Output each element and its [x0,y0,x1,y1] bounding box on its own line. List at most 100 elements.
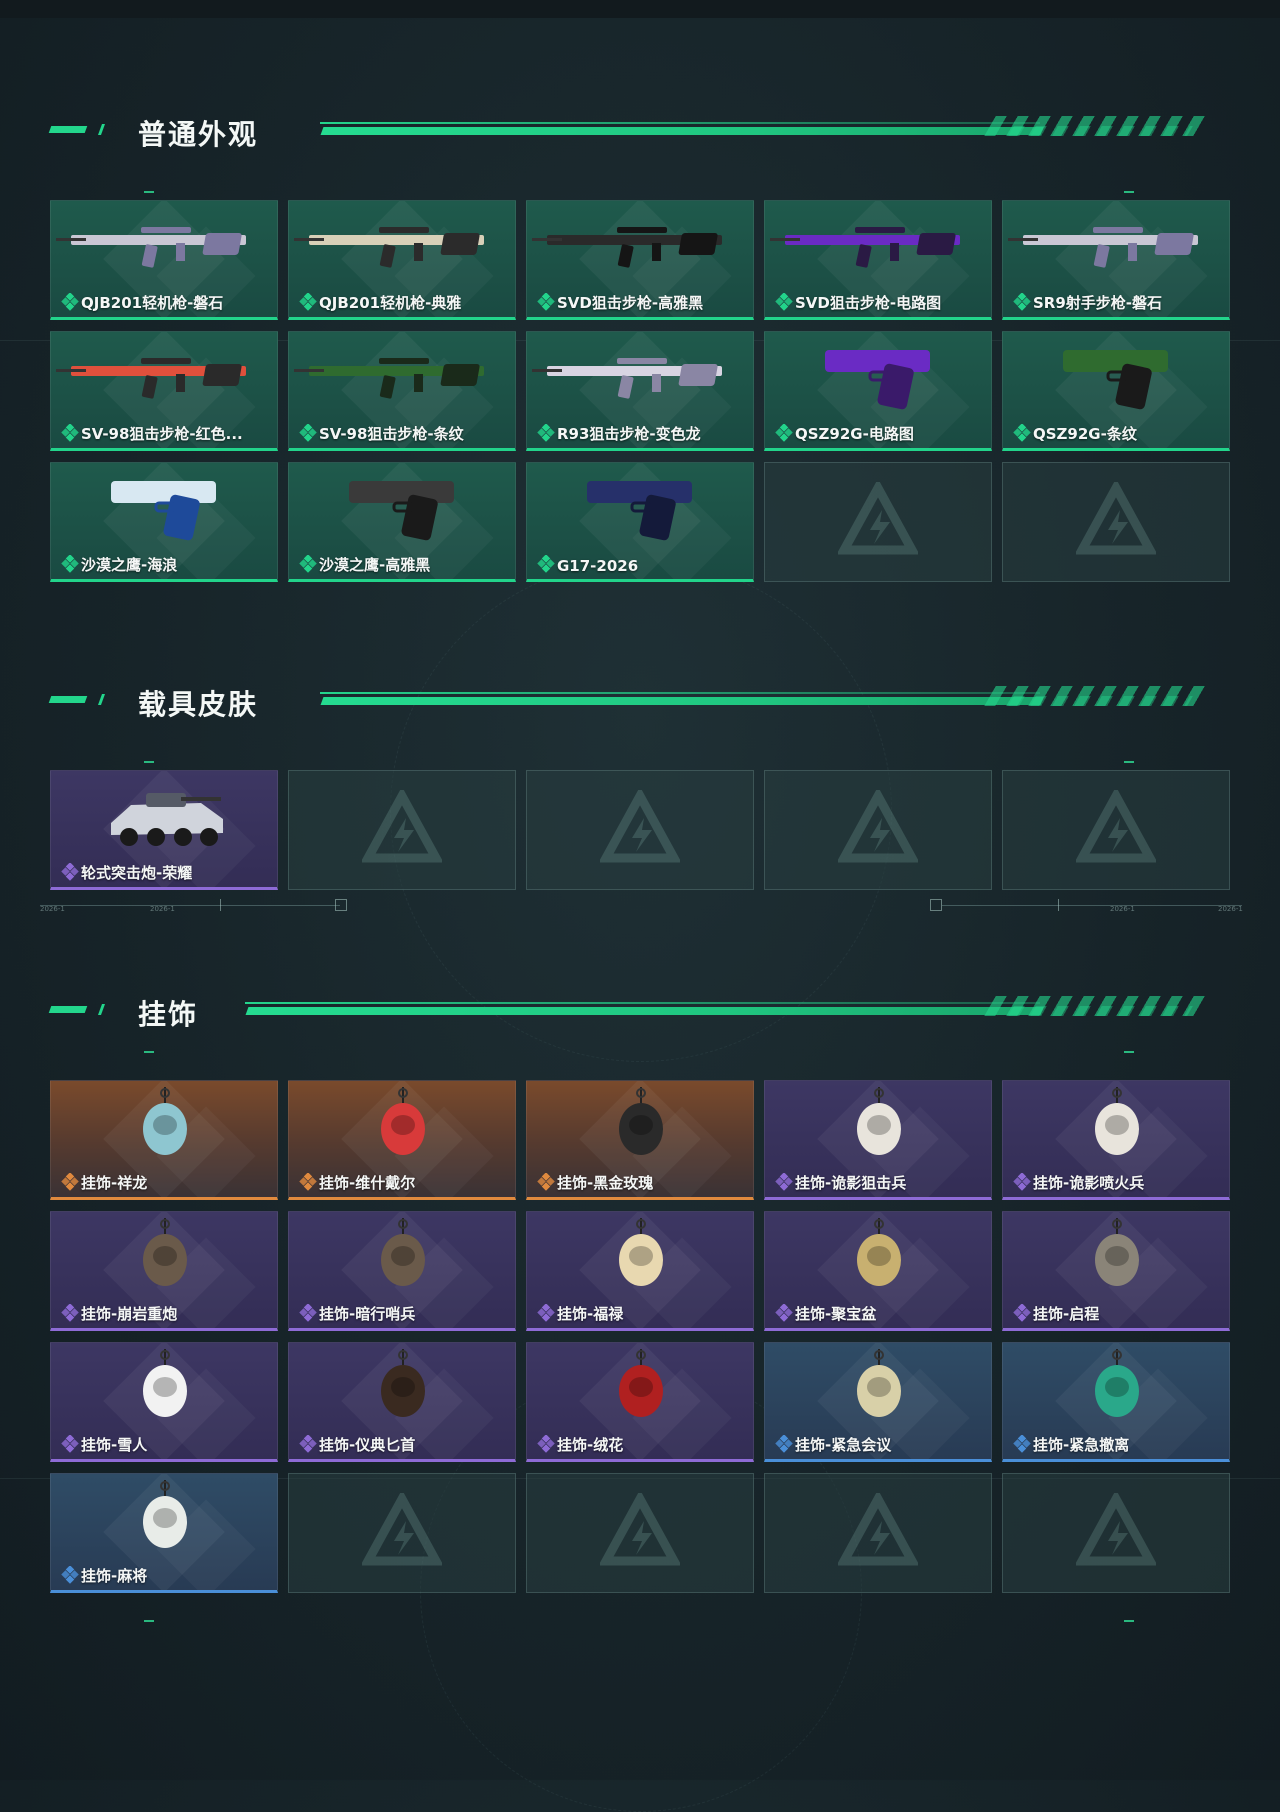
game-logo-icon [838,790,918,863]
item-name: 挂饰-维什戴尔 [319,1174,416,1192]
rifle-camo-icon [1008,227,1198,268]
rarity-diamond-icon [61,1173,79,1191]
item-card[interactable]: 挂饰-仪典匕首 [288,1342,516,1462]
soldier-charm-icon [857,1087,901,1155]
rarity-diamond-icon [61,1304,79,1322]
rarity-diamond-icon [61,424,79,442]
item-name: 挂饰-聚宝盆 [795,1305,877,1323]
rifle-camo-icon [56,227,246,268]
item-card[interactable]: QSZ92G-条纹 [1002,331,1230,451]
corner-mark [144,191,154,193]
item-card[interactable]: 挂饰-紧急会议 [764,1342,992,1462]
item-card[interactable]: 挂饰-福禄 [526,1211,754,1331]
item-card[interactable]: 挂饰-诡影狙击兵 [764,1080,992,1200]
sniper-white-icon [532,358,722,399]
rarity-diamond-icon [299,1435,317,1453]
bear-charm-icon [143,1218,187,1286]
item-card[interactable]: G17-2026 [526,462,754,582]
header-accent-tick [97,1004,106,1015]
item-card[interactable]: QJB201轻机枪-磐石 [50,200,278,320]
item-card[interactable]: 挂饰-雪人 [50,1342,278,1462]
rarity-diamond-icon [537,1304,555,1322]
item-card[interactable]: 挂饰-诡影喷火兵 [1002,1080,1230,1200]
rarity-diamond-icon [537,424,555,442]
game-logo-icon [838,1493,918,1566]
item-card[interactable]: 挂饰-黑金玫瑰 [526,1080,754,1200]
item-name: 挂饰-仪典匕首 [319,1436,416,1454]
item-card[interactable]: SV-98狙击步枪-条纹 [288,331,516,451]
item-card[interactable]: R93狙击步枪-变色龙 [526,331,754,451]
divider-tick [220,899,221,911]
pistol-wave-icon [111,481,216,541]
item-card[interactable]: SR9射手步枪-磐石 [1002,200,1230,320]
rarity-diamond-icon [775,424,793,442]
item-card[interactable]: 挂饰-紧急撤离 [1002,1342,1230,1462]
rarity-diamond-icon [537,1173,555,1191]
header-accent-bar [48,1006,88,1013]
header-checker-pattern [997,696,1193,706]
rarity-diamond-icon [61,1566,79,1584]
snowman-charm-icon [143,1349,187,1417]
game-logo-icon [1076,1493,1156,1566]
item-name: 挂饰-福禄 [557,1305,624,1323]
rarity-diamond-icon [775,1435,793,1453]
empty-slot [764,1473,992,1593]
item-card[interactable]: 挂饰-暗行哨兵 [288,1211,516,1331]
empty-slot [1002,462,1230,582]
empty-slot [526,770,754,890]
sniper-black-icon [532,227,722,268]
treasure-charm-icon [857,1218,901,1286]
divider-square [930,899,942,911]
corner-mark [144,1051,154,1053]
rarity-diamond-icon [1013,1435,1031,1453]
item-card[interactable]: 挂饰-绒花 [526,1342,754,1462]
item-card[interactable]: SV-98狙击步枪-红色... [50,331,278,451]
rarity-diamond-icon [775,1173,793,1191]
empty-slot [1002,770,1230,890]
header-line-thick [320,697,1044,705]
header-line-thin [320,692,1040,694]
item-card[interactable]: 沙漠之鹰-高雅黑 [288,462,516,582]
corner-mark [144,1620,154,1622]
item-card[interactable]: 挂饰-聚宝盆 [764,1211,992,1331]
game-logo-icon [362,790,442,863]
item-card[interactable]: 挂饰-启程 [1002,1211,1230,1331]
item-name: SVD狙击步枪-电路图 [795,294,942,312]
rose-charm-icon [619,1087,663,1155]
pistol-purple-icon [825,350,930,410]
rifle-tan-icon [294,227,484,268]
rarity-diamond-icon [299,424,317,442]
sniper-green-icon [294,358,484,399]
game-logo-icon [600,1493,680,1566]
divider-label: 2026-1 [150,905,175,913]
corner-mark [1124,191,1134,193]
pistol-green-icon [1063,350,1168,410]
item-name: 挂饰-雪人 [81,1436,148,1454]
rarity-diamond-icon [299,293,317,311]
rarity-diamond-icon [61,293,79,311]
item-name: SV-98狙击步枪-条纹 [319,425,464,443]
item-card[interactable]: 轮式突击炮-荣耀 [50,770,278,890]
rarity-diamond-icon [299,555,317,573]
game-logo-icon [838,482,918,555]
item-card[interactable]: SVD狙击步枪-电路图 [764,200,992,320]
rarity-diamond-icon [299,1173,317,1191]
header-line-thick [320,127,1044,135]
header-line-thin [245,1002,1040,1004]
item-name: QSZ92G-电路图 [795,425,914,443]
rarity-diamond-icon [61,863,79,881]
item-card[interactable]: 挂饰-祥龙 [50,1080,278,1200]
divider-label: 2026-1 [1110,905,1135,913]
item-name: 挂饰-绒花 [557,1436,624,1454]
item-card[interactable]: 沙漠之鹰-海浪 [50,462,278,582]
item-card[interactable]: QSZ92G-电路图 [764,331,992,451]
item-card[interactable]: QJB201轻机枪-典雅 [288,200,516,320]
item-card[interactable]: 挂饰-崩岩重炮 [50,1211,278,1331]
item-name: 挂饰-黑金玫瑰 [557,1174,654,1192]
section-title: 普通外观 [138,118,259,151]
item-card[interactable]: 挂饰-麻将 [50,1473,278,1593]
item-card[interactable]: SVD狙击步枪-高雅黑 [526,200,754,320]
soldier-charm-icon [1095,1087,1139,1155]
rarity-diamond-icon [537,293,555,311]
item-card[interactable]: 挂饰-维什戴尔 [288,1080,516,1200]
